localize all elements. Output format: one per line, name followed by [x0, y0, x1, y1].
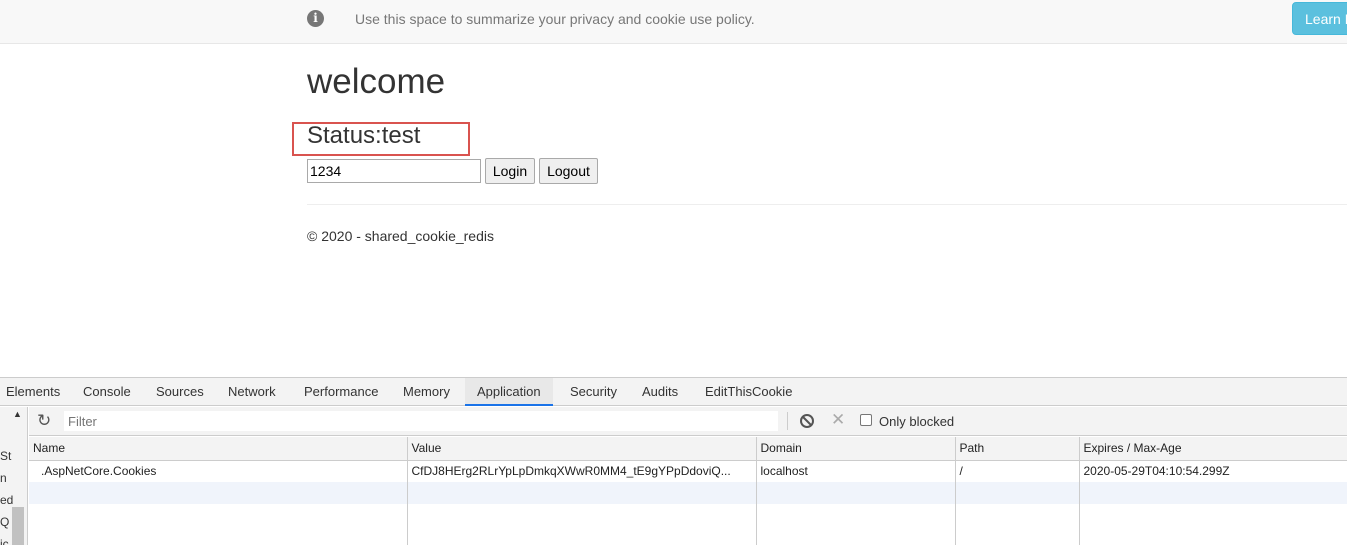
status-text: Status:test	[307, 122, 421, 149]
empty-cell	[955, 482, 1080, 504]
devtools-panel: Elements Console Sources Network Perform…	[0, 377, 1347, 545]
cookies-toolbar: ↻ ✕ Only blocked	[29, 407, 1347, 436]
divider	[307, 204, 1347, 205]
cookie-domain-cell: localhost	[756, 460, 956, 482]
empty-cell	[756, 504, 956, 545]
refresh-icon[interactable]: ↻	[37, 411, 51, 431]
tab-sources[interactable]: Sources	[150, 378, 210, 406]
tab-network[interactable]: Network	[222, 378, 282, 406]
sidebar-item[interactable]: St	[0, 449, 11, 463]
sidebar-item[interactable]: Q	[0, 515, 9, 529]
tab-security[interactable]: Security	[564, 378, 623, 406]
cookie-value-cell: CfDJ8HErg2RLrYpLpDmkqXWwR0MM4_tE9gYPpDdo…	[407, 460, 757, 482]
sidebar-item[interactable]: n	[0, 471, 7, 485]
tab-audits[interactable]: Audits	[636, 378, 684, 406]
column-header-expires[interactable]: Expires / Max-Age	[1079, 437, 1347, 461]
column-header-name[interactable]: Name	[29, 437, 408, 461]
empty-cell	[29, 482, 408, 504]
delete-selected-icon[interactable]: ✕	[831, 410, 845, 430]
learn-more-button[interactable]: Learn More	[1292, 2, 1347, 35]
cookie-path-cell: /	[955, 460, 1080, 482]
info-icon: i	[307, 10, 324, 27]
column-header-path[interactable]: Path	[955, 437, 1080, 461]
empty-cell	[1079, 504, 1347, 545]
tab-elements[interactable]: Elements	[0, 378, 66, 406]
empty-cell	[756, 482, 956, 504]
footer-copyright: © 2020 - shared_cookie_redis	[307, 228, 494, 244]
cookies-table: Name Value Domain Path Expires / Max-Age…	[29, 437, 1347, 545]
page-title: welcome	[307, 62, 446, 101]
only-blocked-checkbox[interactable]	[860, 414, 872, 426]
sidebar-item[interactable]: ic	[0, 537, 9, 545]
tab-console[interactable]: Console	[77, 378, 137, 406]
cookie-name-cell: .AspNetCore.Cookies	[29, 460, 408, 482]
application-sidebar[interactable]: ▲ St n ed Q ic	[0, 407, 28, 545]
empty-cell	[955, 504, 1080, 545]
sidebar-scrollbar[interactable]	[12, 507, 24, 545]
tab-editthiscookie[interactable]: EditThisCookie	[699, 378, 798, 406]
table-header-row: Name Value Domain Path Expires / Max-Age	[29, 437, 1347, 461]
cookie-consent-banner: i Use this space to summarize your priva…	[0, 0, 1347, 44]
cookie-expires-cell: 2020-05-29T04:10:54.299Z	[1079, 460, 1347, 482]
filter-input[interactable]	[64, 411, 778, 431]
toolbar-separator	[787, 412, 788, 430]
column-header-domain[interactable]: Domain	[756, 437, 956, 461]
table-filler-row	[29, 504, 1347, 545]
scroll-up-arrow-icon[interactable]: ▲	[13, 409, 22, 419]
tab-memory[interactable]: Memory	[397, 378, 456, 406]
tab-application[interactable]: Application	[465, 378, 553, 406]
table-row[interactable]: .AspNetCore.Cookies CfDJ8HErg2RLrYpLpDmk…	[29, 460, 1347, 482]
tab-performance[interactable]: Performance	[298, 378, 384, 406]
empty-cell	[407, 482, 757, 504]
logout-button[interactable]: Logout	[539, 158, 598, 184]
cookie-policy-text: Use this space to summarize your privacy…	[355, 11, 755, 27]
login-button[interactable]: Login	[485, 158, 535, 184]
column-header-value[interactable]: Value	[407, 437, 757, 461]
sidebar-item[interactable]: ed	[0, 493, 13, 507]
devtools-tab-bar: Elements Console Sources Network Perform…	[0, 378, 1347, 406]
empty-cell	[29, 504, 408, 545]
empty-cell	[407, 504, 757, 545]
clear-all-block-icon[interactable]	[800, 414, 814, 428]
only-blocked-label: Only blocked	[879, 414, 955, 429]
table-row-empty[interactable]	[29, 482, 1347, 504]
user-id-input[interactable]	[307, 159, 481, 183]
empty-cell	[1079, 482, 1347, 504]
